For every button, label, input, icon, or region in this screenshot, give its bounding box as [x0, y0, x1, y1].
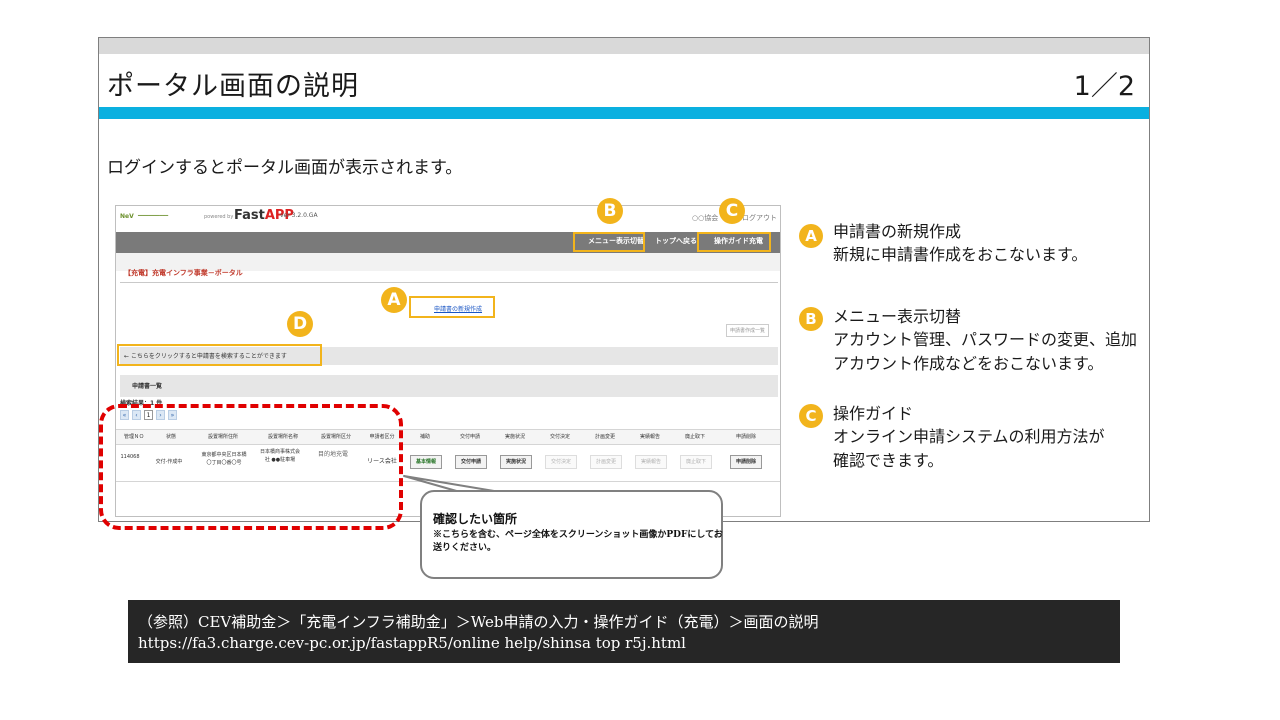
basic-info-button[interactable]: 基本情報 — [410, 455, 442, 469]
marker-d: D — [287, 311, 313, 337]
callout-note: ※こちらを含む、ページ全体をスクリーンショット画像かPDFにしてお送りください。 — [433, 530, 723, 553]
title-accent-bar — [99, 107, 1149, 119]
delete-application-button[interactable]: 申請削除 — [730, 455, 762, 469]
legend-desc-c-2: 確認できます。 — [833, 451, 944, 470]
col-header: 交付決定 — [549, 434, 570, 440]
legend-desc-a: 新規に申請書作成をおこないます。 — [833, 245, 1088, 264]
fastapp-logo-fast: Fast — [234, 208, 265, 223]
withdraw-button[interactable]: 廃止取下 — [680, 455, 712, 469]
legend-title-a: 申請書の新規作成 — [833, 222, 962, 241]
col-header: 補助 — [419, 434, 430, 440]
legend-badge-c: C — [799, 404, 823, 428]
grant-decision-button[interactable]: 交付決定 — [545, 455, 577, 469]
legend-desc-c-1: オンライン申請システムの利用方法が — [833, 427, 1105, 446]
marker-b: B — [597, 198, 623, 224]
page-number: 1／2 — [1073, 71, 1135, 102]
legend-badge-a: A — [799, 224, 823, 248]
section-bar — [120, 375, 778, 397]
marker-a: A — [381, 287, 407, 313]
col-header: 計画変更 — [594, 434, 615, 440]
progress-button[interactable]: 実施状況 — [500, 455, 532, 469]
nev-logo: NeV — [120, 213, 134, 220]
version-label: ver 3.2.0.GA — [280, 212, 318, 219]
top-strip — [99, 38, 1149, 54]
highlight-b — [573, 232, 645, 252]
divider — [120, 282, 778, 283]
logout-link[interactable]: ログアウト — [742, 213, 777, 223]
powered-by-text: powered by — [204, 214, 234, 220]
result-report-button[interactable]: 実績報告 — [635, 455, 667, 469]
reference-url[interactable]: https://fa3.charge.cev-pc.or.jp/fastappR… — [138, 634, 686, 652]
col-header: 実績報告 — [639, 434, 660, 440]
legend-desc-b-2: アカウント作成などをおこないます。 — [833, 354, 1104, 373]
slide-title: ポータル画面の説明 — [107, 71, 359, 102]
highlight-d — [117, 344, 322, 366]
callout-title: 確認したい箇所 — [433, 512, 518, 526]
focus-dashed-outline — [99, 404, 403, 530]
application-list-button[interactable]: 申請書作成一覧 — [726, 324, 770, 337]
top-button[interactable]: トップへ戻る — [655, 236, 697, 246]
section-title: 申請書一覧 — [132, 383, 163, 390]
legend-desc-b-1: アカウント管理、パスワードの変更、追加 — [833, 330, 1138, 349]
col-header: 廃止取下 — [684, 434, 705, 440]
highlight-a — [409, 296, 495, 318]
legend-badge-b: B — [799, 307, 823, 331]
intro-text: ログインするとポータル画面が表示されます。 — [107, 158, 463, 178]
reference-path: （参照）CEV補助金＞「充電インフラ補助金」＞Web申請の入力・操作ガイド（充電… — [138, 613, 819, 631]
col-header: 交付申請 — [459, 434, 480, 440]
col-header: 申請削除 — [735, 434, 756, 440]
user-label: ○○協会 — [692, 214, 719, 222]
legend-title-c: 操作ガイド — [833, 404, 914, 423]
nev-logo-text: ━━━━━━━━━━ — [138, 213, 169, 219]
plan-change-button[interactable]: 計画変更 — [590, 455, 622, 469]
grant-application-button[interactable]: 交付申請 — [455, 455, 487, 469]
highlight-c — [697, 232, 771, 252]
legend-title-b: メニュー表示切替 — [833, 307, 962, 326]
col-header: 実施状況 — [504, 434, 525, 440]
portal-title: 【充電】充電インフラ事業－ポータル — [124, 269, 243, 277]
marker-c: C — [719, 198, 745, 224]
